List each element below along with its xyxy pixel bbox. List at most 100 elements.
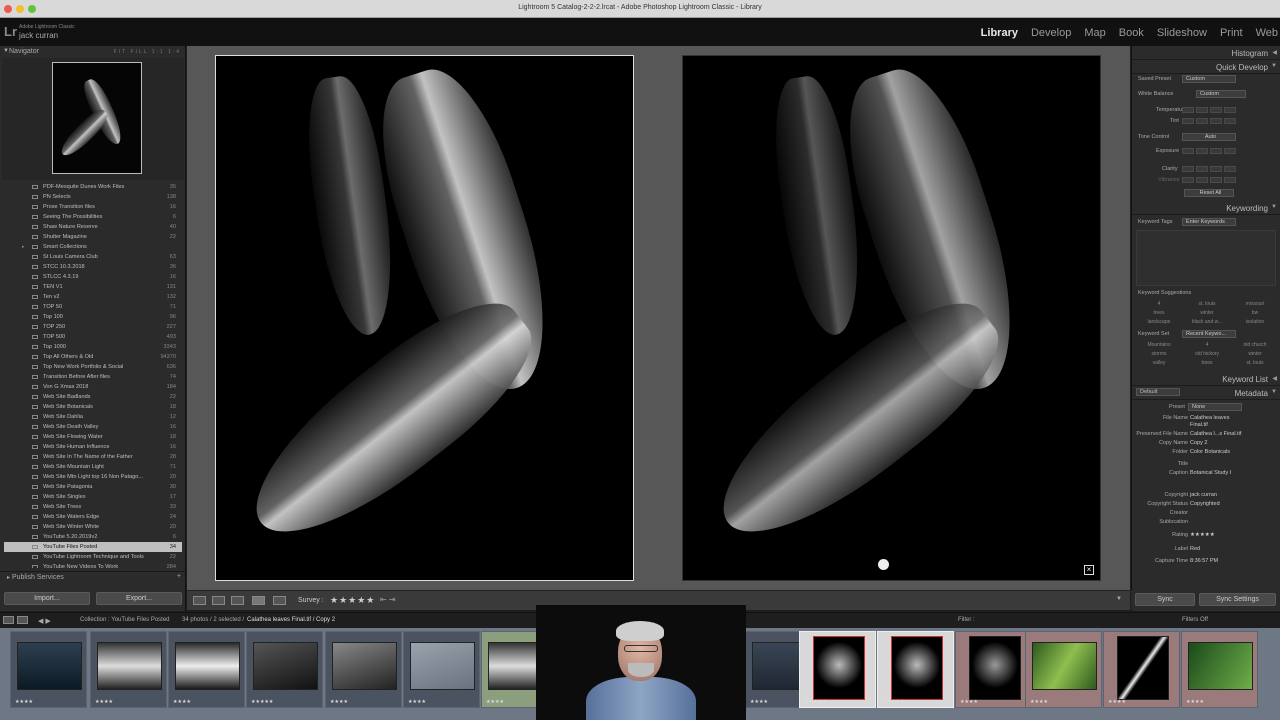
collection-item[interactable]: Transition Before After files 74 [4,372,182,382]
filmstrip-thumbnail[interactable] [1032,642,1097,690]
filmstrip-thumbnail[interactable] [17,642,82,690]
filmstrip-thumbnail[interactable] [332,642,397,690]
collection-item[interactable]: Von G Xmas 2018 184 [4,382,182,392]
keyword-chip[interactable]: landscape [1136,319,1182,325]
module-develop[interactable]: Develop [1031,27,1071,39]
survey-photo-1[interactable] [215,55,634,581]
metadata-value[interactable]: 8:36:57 PM [1190,558,1246,565]
metadata-value[interactable]: Calathea l...s Final.tif [1190,431,1246,438]
collapse-triangle-icon[interactable]: ▼ [3,48,9,54]
metadata-value[interactable]: Red [1190,546,1246,553]
collection-item[interactable]: PDF-Mesquite Dunes Work Files 35 [4,182,182,192]
collection-item[interactable]: Shutter Magazine 22 [4,232,182,242]
collection-item[interactable]: STLCC 4.3.19 16 [4,272,182,282]
collection-item[interactable]: YouTube 5.20.2019v2 6 [4,532,182,542]
filmstrip-cell[interactable]: ★★★★ [955,631,1032,708]
collection-item[interactable]: Web Site Patagonia 30 [4,482,182,492]
vibrance-stepper[interactable] [1182,177,1236,183]
tint-stepper[interactable] [1182,118,1236,124]
sync-settings-button[interactable]: Sync Settings [1199,593,1276,606]
publish-services-header[interactable]: ▸ Publish Services + [0,571,186,583]
filmstrip-thumbnail[interactable] [1117,636,1169,700]
collection-item[interactable]: Web Site Death Valley 16 [4,422,182,432]
keyword-chip[interactable]: Mountains [1136,342,1182,348]
filmstrip-thumbnail[interactable] [253,642,318,690]
filmstrip-thumbnail[interactable] [175,642,240,690]
expand-triangle-icon[interactable]: ▸ [22,242,25,252]
toolbar-menu-icon[interactable]: ▼ [1116,596,1122,602]
metadata-value[interactable]: Copyrighted [1190,501,1246,508]
secondary-display-icon[interactable] [3,616,14,624]
filmstrip-cell[interactable]: ★★★★★ [877,631,954,708]
collection-item[interactable]: Top 1000 3343 [4,342,182,352]
survey-view-icon[interactable] [252,596,265,605]
module-book[interactable]: Book [1119,27,1144,39]
collection-item[interactable]: TOP 250 227 [4,322,182,332]
keyword-chip[interactable]: bw [1232,310,1278,316]
keyword-chip[interactable]: missouri [1232,301,1278,307]
nav-arrows-icon[interactable]: ⇤ ⇥ [380,595,396,604]
sync-button[interactable]: Sync [1135,593,1195,606]
collection-item[interactable]: Web Site Human Influence 16 [4,442,182,452]
collection-item[interactable]: Shaw Nature Reserve 40 [4,222,182,232]
filmstrip-cell[interactable]: ★★★★★ [799,631,876,708]
keyword-chip[interactable]: old church [1232,342,1278,348]
keyword-set-select[interactable]: Recent Keywo... [1182,330,1236,338]
collection-item[interactable]: Web Site Waters Edge 24 [4,512,182,522]
filters-off-select[interactable]: Filters Off [1182,617,1208,623]
compare-view-icon[interactable] [231,596,244,605]
expand-triangle-icon[interactable]: ◀ [1272,375,1277,382]
temperature-stepper[interactable] [1182,107,1236,113]
grid-icon[interactable] [17,616,28,624]
loupe-view-icon[interactable] [212,596,225,605]
collection-item[interactable]: ▸ Smart Collections [4,242,182,252]
collection-item[interactable]: Web Site Mtn Light top 16 Non Patago... 2… [4,472,182,482]
filmstrip-cell[interactable]: ★★★★ [10,631,87,708]
filmstrip-nav-arrows-icon[interactable]: ◀ ▶ [38,617,51,625]
navigator-thumbnail[interactable] [52,62,142,174]
collection-item[interactable]: Web Site Mountain Light 71 [4,462,182,472]
filmstrip-thumbnail[interactable] [813,636,865,700]
filmstrip-thumbnail[interactable] [410,642,475,690]
keyword-chip[interactable]: trees [1184,360,1230,366]
collection-item[interactable]: Top 100 96 [4,312,182,322]
filmstrip-cell[interactable]: ★★★★ [168,631,245,708]
collection-item[interactable]: Seeing The Possibilities 6 [4,212,182,222]
keyword-tags-select[interactable]: Enter Keywords [1182,218,1236,226]
quick-develop-header[interactable]: Quick Develop ▼ [1132,60,1280,74]
filmstrip-cell[interactable]: ★★★★★ [246,631,323,708]
metadata-value[interactable]: Botanical Study I [1190,470,1246,477]
keyword-chip[interactable]: isolation [1232,319,1278,325]
collection-item[interactable]: TEN V1 131 [4,282,182,292]
keyword-entry-box[interactable] [1136,230,1276,286]
collection-item[interactable]: Web Site Winter White 20 [4,522,182,532]
clarity-stepper[interactable] [1182,166,1236,172]
grid-view-icon[interactable] [193,596,206,605]
collection-item[interactable]: Web Site In The Name of the Father 28 [4,452,182,462]
collection-item[interactable]: Web Site Badlands 22 [4,392,182,402]
collection-item[interactable]: Web Site Singles 17 [4,492,182,502]
keyword-chip[interactable]: valley [1136,360,1182,366]
reset-all-button[interactable]: Reset All [1184,189,1234,197]
collection-item[interactable]: PN Selects 138 [4,192,182,202]
export-button[interactable]: Export... [96,592,182,605]
metadata-value[interactable]: Color Botanicals [1190,449,1246,456]
survey-photo-2[interactable]: × [682,55,1101,581]
collection-item[interactable]: STCC 10.3.2018 36 [4,262,182,272]
navigator-header[interactable]: ▼ Navigator FIT FILL 1:1 1:4 [0,46,185,58]
metadata-preset-select[interactable]: Default [1136,388,1180,396]
collapse-triangle-icon[interactable]: ▼ [1271,204,1277,210]
keyword-chip[interactable]: st. louis [1184,301,1230,307]
add-publish-service-icon[interactable]: + [177,573,181,580]
collection-item[interactable]: TOP 50 71 [4,302,182,312]
module-web[interactable]: Web [1256,27,1278,39]
keyword-chip[interactable]: trees [1136,310,1182,316]
people-view-icon[interactable] [273,596,286,605]
collection-item[interactable]: YouTube Lightroom Technique and Tools 22 [4,552,182,562]
rating-stars[interactable]: ★★★★★ [330,595,375,606]
white-balance-select[interactable]: Custom [1196,90,1246,98]
module-library[interactable]: Library [981,27,1018,39]
filmstrip-cell[interactable]: ★★★★ [1103,631,1180,708]
exposure-stepper[interactable] [1182,148,1236,154]
collection-item[interactable]: TOP 500 493 [4,332,182,342]
